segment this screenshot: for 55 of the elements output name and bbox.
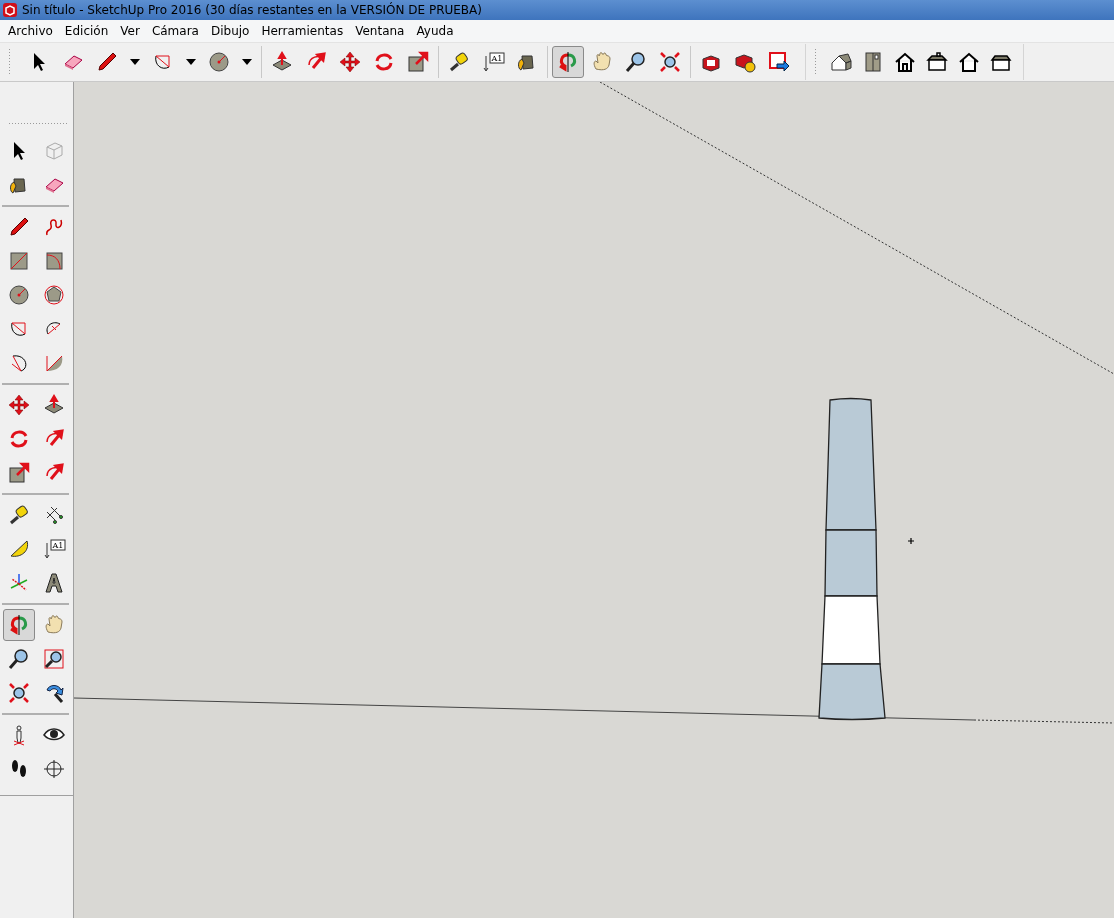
scale-square-icon (8, 462, 30, 484)
axes-icon (8, 572, 30, 594)
menu-item[interactable]: Edición (58, 24, 115, 38)
four-way-arrow-icon (339, 51, 361, 73)
house-side-icon (926, 51, 948, 73)
magnifier-arrows-icon (8, 682, 30, 704)
scale-square-icon (407, 51, 429, 73)
wireframe-cube-icon (43, 140, 65, 162)
house-icon (830, 51, 852, 73)
menu-item[interactable]: Ayuda (410, 24, 460, 38)
box-gear-icon (734, 51, 756, 73)
four-way-arrow-icon (8, 394, 30, 416)
hand-icon (591, 51, 613, 73)
squiggle-icon (43, 216, 65, 238)
tape-measure-icon (8, 504, 30, 526)
cursor-cross-icon (907, 537, 915, 545)
magnifier-icon (625, 51, 647, 73)
house-outline-icon (958, 51, 980, 73)
quarter-square-icon (43, 250, 65, 272)
orbit-icon (8, 614, 30, 636)
rotate-arrows-icon (373, 51, 395, 73)
magnifier-back-arrow-icon (43, 682, 65, 704)
caret-icon (242, 59, 252, 65)
menu-item[interactable]: Archivo (2, 24, 59, 38)
caret-icon (186, 59, 196, 65)
orbit-tool[interactable] (3, 609, 35, 641)
circle-icon (208, 51, 230, 73)
diagonal-square-icon (8, 250, 30, 272)
circle-icon (8, 284, 30, 306)
push-pull-icon (271, 51, 293, 73)
menu-item[interactable]: Cámara (145, 24, 205, 38)
caret-icon (130, 59, 140, 65)
magnifier-frame-icon (43, 648, 65, 670)
pencil-icon (96, 51, 118, 73)
magnifier-arrows-icon (659, 51, 681, 73)
app-logo-icon (3, 3, 17, 17)
house-front-icon (894, 51, 916, 73)
extruded-letter-icon (43, 572, 65, 594)
menu-item[interactable]: Ventana (349, 24, 411, 38)
tape-measure-icon (448, 51, 470, 73)
menu-item[interactable]: Herramientas (255, 24, 350, 38)
rotate-arrows-icon (8, 428, 30, 450)
orbit-icon (557, 51, 579, 73)
pencil-icon (8, 216, 30, 238)
protractor-icon (8, 538, 30, 560)
push-pull-icon (43, 394, 65, 416)
crosshair-icon (43, 758, 65, 780)
magnifier-icon (8, 648, 30, 670)
roof-top-icon (862, 51, 884, 73)
menu-item[interactable]: Ver (114, 24, 146, 38)
polygon-icon (43, 284, 65, 306)
menu-item[interactable]: Dibujo (204, 24, 256, 38)
hand-icon (43, 614, 65, 636)
orbit-tool[interactable] (552, 46, 584, 78)
window-title: Sin título - SketchUp Pro 2016 (30 días restantes en la VERSIÓN DE PRUEBA) (22, 3, 482, 17)
